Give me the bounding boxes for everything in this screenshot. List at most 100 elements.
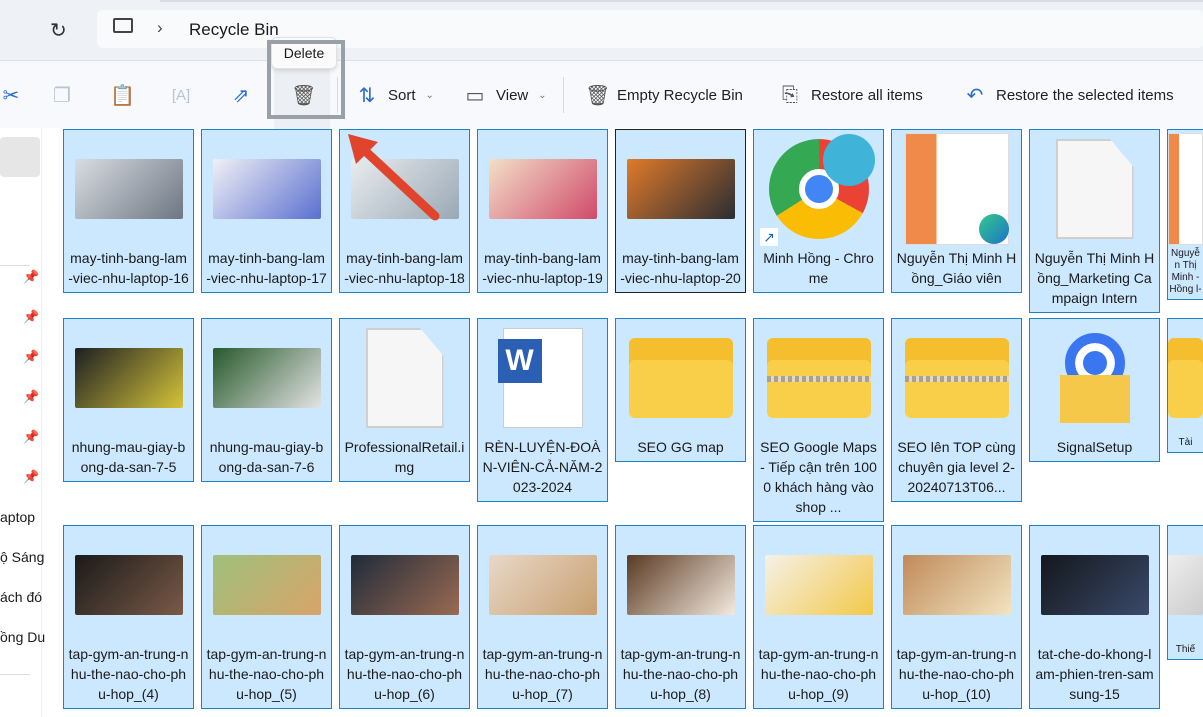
image-thumbnail: [202, 130, 331, 248]
file-item[interactable]: Tài: [1167, 318, 1203, 453]
file-name: SignalSetup: [1056, 439, 1133, 455]
file-name: Nguyễn Thị Minh -Hồng l-: [1169, 248, 1202, 295]
restore-all-button[interactable]: ⎘ Restore all items: [779, 61, 923, 129]
pin-icon[interactable]: 📌: [23, 389, 39, 405]
restore-all-icon: ⎘: [782, 83, 798, 106]
image-thumbnail: [754, 526, 883, 644]
file-name: tap-gym-an-trung-nhu-the-nao-cho-phu-hop…: [896, 646, 1017, 702]
rename-button[interactable]: [A]: [170, 61, 192, 129]
image-thumbnail: [1168, 526, 1203, 644]
file-item[interactable]: tap-gym-an-trung-nhu-the-nao-cho-phu-hop…: [891, 525, 1022, 709]
file-item[interactable]: SEO GG map: [615, 318, 746, 462]
share-button[interactable]: ⇗: [230, 61, 252, 129]
sidebar-item[interactable]: aptop: [0, 509, 42, 525]
image-thumbnail: [340, 526, 469, 644]
empty-recycle-bin-button[interactable]: 🗑 Empty Recycle Bin: [585, 61, 743, 129]
file-name: Thiế: [1175, 644, 1196, 655]
image-thumbnail: [892, 526, 1021, 644]
paste-icon: 📋: [110, 84, 135, 107]
view-button[interactable]: ▭ View ⌄: [464, 61, 547, 129]
scissors-icon: ✂: [2, 84, 20, 107]
image-thumbnail: [616, 130, 745, 248]
breadcrumb-separator: ›: [157, 18, 163, 37]
file-item[interactable]: ProfessionalRetail.img: [339, 318, 470, 482]
file-item[interactable]: SignalSetup: [1029, 318, 1160, 462]
paste-button[interactable]: 📋: [110, 61, 135, 129]
file-item[interactable]: may-tinh-bang-lam-viec-nhu-laptop-19: [477, 129, 608, 293]
file-item[interactable]: tap-gym-an-trung-nhu-the-nao-cho-phu-hop…: [477, 525, 608, 709]
file-name: may-tinh-bang-lam-viec-nhu-laptop-20: [620, 250, 741, 286]
refresh-icon[interactable]: ↻: [50, 18, 67, 43]
breadcrumb-recycle-bin[interactable]: Recycle Bin: [189, 20, 279, 40]
file-name: may-tinh-bang-lam-viec-nhu-laptop-19: [482, 250, 603, 286]
pin-icon[interactable]: 📌: [23, 469, 39, 485]
file-item[interactable]: tat-che-do-khong-lam-phien-tren-samsung-…: [1029, 525, 1160, 709]
folder-thumbnail: [1168, 319, 1203, 437]
pin-icon[interactable]: 📌: [23, 309, 39, 325]
file-item[interactable]: SEO Google Maps - Tiếp cận trên 1000 khá…: [753, 318, 884, 522]
file-item[interactable]: W RÈN-LUYỆN-ĐOÀN-VIÊN-CẢ-NĂM-2023-2024: [477, 318, 608, 502]
image-thumbnail: [616, 526, 745, 644]
doc-thumbnail: [1168, 130, 1203, 248]
file-item[interactable]: may-tinh-bang-lam-viec-nhu-laptop-20: [615, 129, 746, 293]
file-name: tap-gym-an-trung-nhu-the-nao-cho-phu-hop…: [620, 646, 741, 702]
file-item[interactable]: Nguyễn Thị Minh Hồng_Marketing Campaign …: [1029, 129, 1160, 313]
sidebar-selected-item[interactable]: [0, 137, 40, 177]
share-icon: ⇗: [232, 84, 250, 107]
file-name: tap-gym-an-trung-nhu-the-nao-cho-phu-hop…: [758, 646, 879, 702]
shortcut-thumbnail: ↗: [754, 130, 883, 248]
file-name: SEO lên TOP cùng chuyên gia level 2-2024…: [897, 439, 1016, 495]
divider: [160, 0, 1203, 2]
sidebar-item[interactable]: ồng Du: [0, 629, 45, 645]
sidebar-item[interactable]: ách đó: [0, 589, 42, 605]
file-name: tat-che-do-khong-lam-phien-tren-samsung-…: [1035, 646, 1154, 702]
restore-all-label: Restore all items: [811, 86, 923, 104]
file-thumbnail: [340, 319, 469, 437]
pdf-thumbnail: [892, 130, 1021, 248]
file-item[interactable]: tap-gym-an-trung-nhu-the-nao-cho-phu-hop…: [615, 525, 746, 709]
file-name: Nguyễn Thị Minh Hồng_Giáo viên: [896, 250, 1017, 286]
file-item[interactable]: Thiế: [1167, 525, 1203, 660]
navigation-pane: 📌 📌 📌 📌 📌 📌 aptop ộ Sáng ách đó ồng Du: [0, 128, 45, 717]
file-item[interactable]: tap-gym-an-trung-nhu-the-nao-cho-phu-hop…: [753, 525, 884, 709]
copy-button[interactable]: ❐: [51, 61, 73, 129]
undo-icon: ↶: [966, 84, 984, 107]
image-thumbnail: [478, 130, 607, 248]
sort-button[interactable]: ⇅ Sort ⌄: [356, 61, 434, 129]
file-item[interactable]: ↗ Minh Hồng - Chrome: [753, 129, 884, 293]
image-thumbnail: [202, 319, 331, 437]
file-name: tap-gym-an-trung-nhu-the-nao-cho-phu-hop…: [68, 646, 189, 702]
file-thumbnail: [1030, 130, 1159, 248]
file-item[interactable]: tap-gym-an-trung-nhu-the-nao-cho-phu-hop…: [63, 525, 194, 709]
file-item[interactable]: nhung-mau-giay-bong-da-san-7-5: [63, 318, 194, 482]
file-item[interactable]: SEO lên TOP cùng chuyên gia level 2-2024…: [891, 318, 1022, 502]
highlight-box: [267, 40, 345, 119]
file-item[interactable]: nhung-mau-giay-bong-da-san-7-6: [201, 318, 332, 482]
red-arrow-annotation: [348, 134, 440, 221]
title-bar: ↻ › Recycle Bin: [0, 0, 1203, 60]
sort-label: Sort: [388, 86, 416, 104]
cut-button[interactable]: ✂: [0, 61, 22, 129]
pin-icon[interactable]: 📌: [23, 269, 39, 285]
file-item[interactable]: tap-gym-an-trung-nhu-the-nao-cho-phu-hop…: [201, 525, 332, 709]
restore-selected-label: Restore the selected items: [996, 86, 1174, 104]
file-item[interactable]: tap-gym-an-trung-nhu-the-nao-cho-phu-hop…: [339, 525, 470, 709]
image-thumbnail: [1030, 526, 1159, 644]
file-item[interactable]: Nguyễn Thị Minh Hồng_Giáo viên: [891, 129, 1022, 293]
sidebar-item[interactable]: ộ Sáng: [0, 549, 44, 565]
computer-icon: [113, 18, 133, 33]
restore-selected-button[interactable]: ↶ Restore the selected items: [964, 61, 1174, 129]
file-item[interactable]: may-tinh-bang-lam-viec-nhu-laptop-17: [201, 129, 332, 293]
file-item[interactable]: Nguyễn Thị Minh -Hồng l-: [1167, 129, 1203, 300]
chevron-down-icon: ⌄: [538, 89, 547, 101]
file-name: nhung-mau-giay-bong-da-san-7-6: [209, 439, 324, 475]
divider: [563, 77, 564, 113]
pin-icon[interactable]: 📌: [23, 349, 39, 365]
pin-icon[interactable]: 📌: [23, 429, 39, 445]
file-item[interactable]: may-tinh-bang-lam-viec-nhu-laptop-16: [63, 129, 194, 293]
address-bar[interactable]: › Recycle Bin: [97, 10, 1203, 48]
view-label: View: [496, 86, 529, 104]
trash-icon: 🗑: [585, 84, 611, 107]
file-name: SEO Google Maps - Tiếp cận trên 1000 khá…: [760, 439, 877, 515]
view-icon: ▭: [465, 84, 485, 107]
